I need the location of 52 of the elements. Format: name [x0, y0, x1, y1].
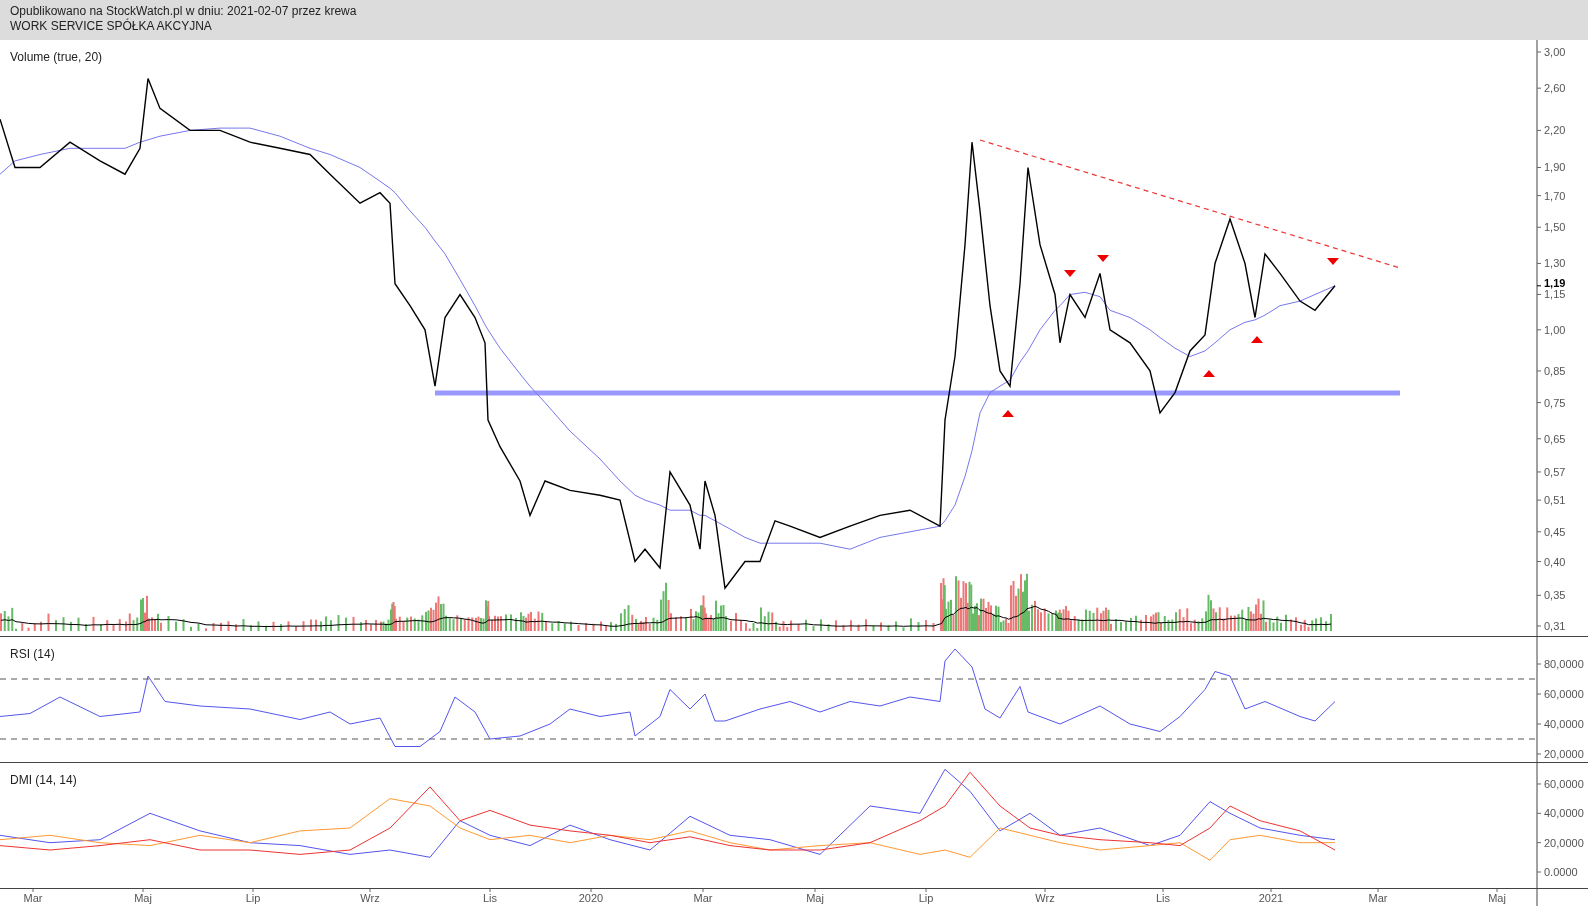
company-name: WORK SERVICE SPÓŁKA AKCYJNA — [10, 19, 213, 34]
axis-tick-label: 60,0000 — [1544, 778, 1584, 790]
axis-tick-label: 0,40 — [1544, 555, 1566, 568]
axis-tick-label: Maj — [806, 892, 824, 904]
axis-tick-label: 2,20 — [1544, 124, 1566, 137]
axis-tick-label: Mar — [23, 892, 43, 904]
down-triangle-icon — [1064, 270, 1076, 277]
axis-tick-label: 20,0000 — [1544, 836, 1584, 849]
axis-tick-label: 60,0000 — [1544, 688, 1584, 700]
panel-title: RSI (14) — [10, 646, 55, 663]
up-triangle-icon — [1002, 410, 1014, 417]
axis-tick-label: Maj — [1488, 892, 1506, 904]
panel-title: Volume (true, 20) — [10, 49, 103, 66]
axis-tick-label: Lis — [482, 892, 498, 904]
axis-tick-label: Mar — [693, 892, 713, 904]
axis-tick-label: 2,60 — [1544, 82, 1566, 95]
axis-tick-label: 0,65 — [1544, 432, 1566, 445]
axis-tick-label: 1,50 — [1544, 221, 1566, 234]
axis-tick-label: Lip — [245, 892, 261, 904]
axis-tick-label: Lis — [1155, 892, 1171, 904]
down-triangle-icon — [1097, 255, 1109, 262]
axis-tick-label: Maj — [134, 892, 152, 904]
axis-tick-label: Lip — [918, 892, 934, 904]
axis-tick-label: Wrz — [360, 892, 380, 904]
axis-tick-label: 0,35 — [1544, 589, 1566, 602]
axis-tick-label: 0,45 — [1544, 525, 1566, 538]
up-triangle-icon — [1251, 336, 1263, 343]
axis-tick-label: Mar — [1368, 892, 1388, 904]
axis-tick-label: 80,0000 — [1544, 658, 1584, 670]
axis-tick-label: 1,90 — [1544, 161, 1566, 174]
axis-tick-label: 1,70 — [1544, 189, 1566, 202]
axis-tick-label: 0,31 — [1544, 620, 1566, 632]
last-price-label: 1,19 — [1544, 276, 1566, 289]
axis-tick-label: 0,57 — [1544, 465, 1566, 478]
axis-tick-label: 0,85 — [1544, 364, 1566, 377]
axis-tick-label: 1,30 — [1544, 257, 1566, 270]
axis-tick-label: 0.0000 — [1544, 866, 1578, 878]
up-triangle-icon — [1203, 370, 1215, 377]
axis-tick-label: 3,00 — [1544, 45, 1566, 58]
axis-tick-label: 0,75 — [1544, 396, 1566, 409]
axis-tick-label: 2020 — [578, 892, 604, 904]
axis-tick-label: 1,15 — [1544, 288, 1566, 301]
axis-tick-label: 0,51 — [1544, 494, 1566, 507]
axis-tick-label: 1,00 — [1544, 323, 1566, 336]
axis-tick-label: Wrz — [1035, 892, 1055, 904]
axis-tick-label: 40,0000 — [1544, 718, 1584, 730]
publication-note: Opublikowano na StockWatch.pl w dniu: 2021-02-07 przez krewa — [10, 4, 358, 19]
down-triangle-icon — [1327, 258, 1339, 265]
panel-title: DMI (14, 14) — [10, 772, 77, 789]
axis-tick-label: 2021 — [1258, 892, 1284, 904]
axis-tick-label: 20,0000 — [1544, 748, 1584, 760]
axis-tick-label: 40,0000 — [1544, 807, 1584, 820]
